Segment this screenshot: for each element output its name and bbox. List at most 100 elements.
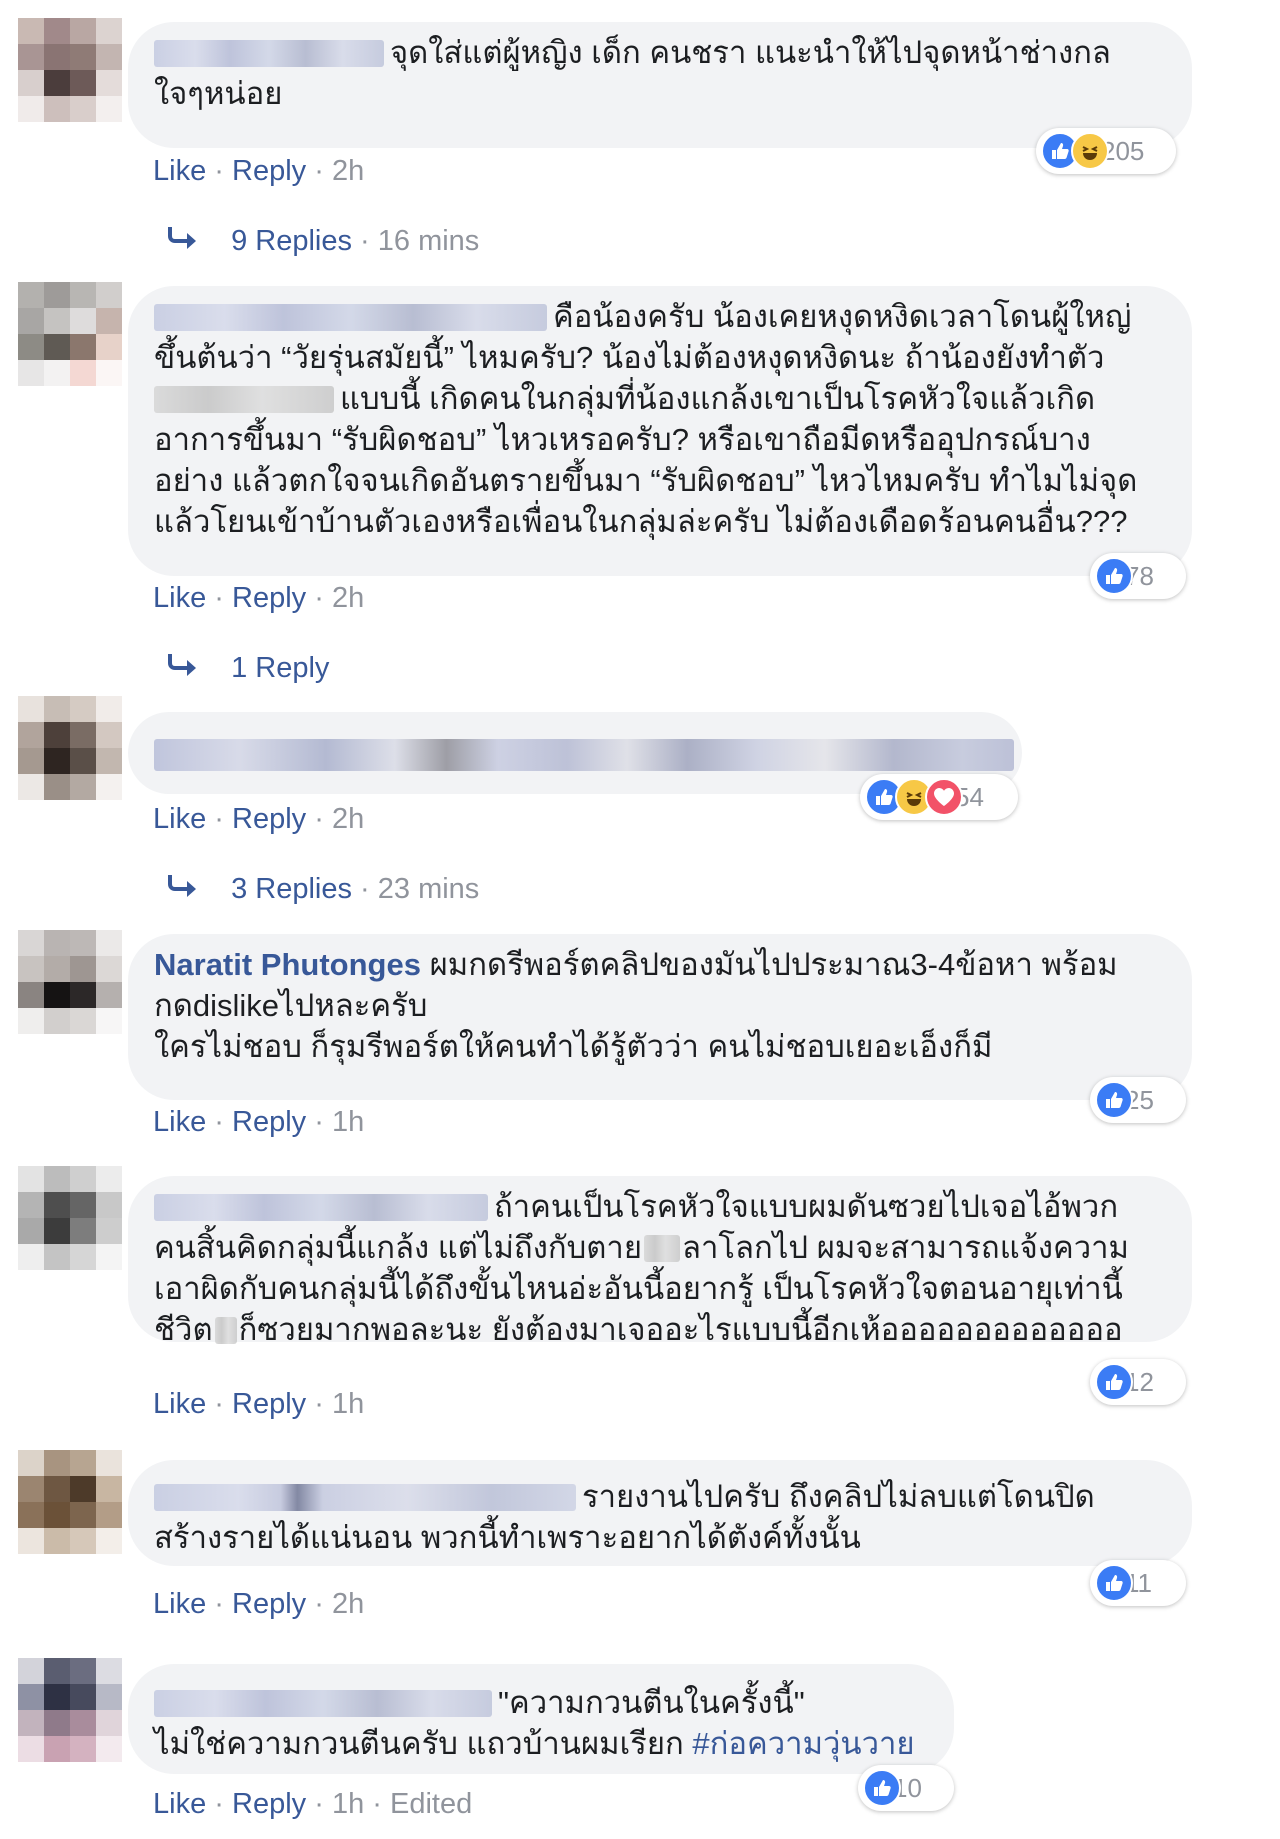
comment-text: ถ้าคนเป็นโรคหัวใจแบบผมดันซวยไปเจอไอ้พวก: [494, 1189, 1119, 1224]
reply-link[interactable]: Reply: [232, 1788, 306, 1820]
like-reaction-icon: [1095, 1081, 1133, 1119]
comment-actions: Like · Reply · 2h: [153, 582, 364, 615]
blurred-author-name[interactable]: [154, 40, 384, 67]
separator: ·: [214, 1388, 224, 1420]
blurred-author-name[interactable]: [154, 1484, 576, 1511]
blurred-text: [214, 1317, 237, 1344]
comment-text: คือน้องครับ น้องเคยหงุดหงิดเวลาโดนผู้ใหญ…: [553, 299, 1132, 334]
view-replies-link[interactable]: 1 Reply: [167, 652, 329, 686]
timestamp[interactable]: 1h: [332, 1388, 364, 1420]
reply-arrow-icon: [167, 873, 201, 907]
edited-label[interactable]: Edited: [390, 1788, 472, 1820]
reaction-summary[interactable]: 25: [1090, 1077, 1186, 1123]
avatar[interactable]: [18, 930, 122, 1034]
avatar[interactable]: [18, 18, 122, 122]
view-replies-link[interactable]: 9 Replies · 16 mins: [167, 225, 479, 259]
like-link[interactable]: Like: [153, 1788, 206, 1820]
comment-bubble: รายงานไปครับ ถึงคลิปไม่ลบแต่โดนปิด สร้าง…: [128, 1460, 1192, 1566]
timestamp[interactable]: 2h: [332, 803, 364, 835]
replies-count[interactable]: 1 Reply: [231, 652, 329, 684]
reply-link[interactable]: Reply: [232, 582, 306, 614]
separator: ·: [314, 1588, 324, 1620]
blurred-comment-text: [154, 739, 1014, 771]
haha-reaction-icon: [1071, 132, 1109, 170]
comment-bubble: คือน้องครับ น้องเคยหงุดหงิดเวลาโดนผู้ใหญ…: [128, 286, 1192, 576]
timestamp[interactable]: 2h: [332, 582, 364, 614]
comment-bubble: ถ้าคนเป็นโรคหัวใจแบบผมดันซวยไปเจอไอ้พวก …: [128, 1176, 1192, 1347]
blurred-author-name[interactable]: [154, 1690, 492, 1717]
avatar[interactable]: [18, 696, 122, 800]
comment-text: อย่าง แล้วตกใจจนเกิดอันตรายขึ้นมา “รับผิ…: [154, 463, 1138, 498]
like-link[interactable]: Like: [153, 1388, 206, 1420]
comment-bubble: "ความกวนตีนในครั้งนี้" ไม่ใช่ความกวนตีนค…: [128, 1664, 954, 1774]
like-link[interactable]: Like: [153, 1106, 206, 1138]
avatar[interactable]: [18, 1658, 122, 1762]
reaction-summary[interactable]: 54: [860, 774, 1018, 820]
timestamp[interactable]: 2h: [332, 1588, 364, 1620]
hashtag-link[interactable]: #ก่อความวุ่นวาย: [692, 1726, 914, 1761]
comment-text: กดdislikeไปหละครับ: [154, 988, 428, 1023]
blurred-text: [154, 386, 334, 413]
separator: ·: [314, 803, 324, 835]
separator: ·: [214, 803, 224, 835]
comment-actions: Like · Reply · 1h: [153, 1388, 364, 1421]
comment-text: ขึ้นต้นว่า “วัยรุ่นสมัยนี้” ไหมครับ? น้อ…: [154, 340, 1105, 375]
replies-count[interactable]: 9 Replies: [231, 225, 352, 257]
blurred-author-name[interactable]: [154, 1194, 488, 1221]
avatar[interactable]: [18, 282, 122, 386]
reply-link[interactable]: Reply: [232, 155, 306, 187]
comment-text: แบบนี้ เกิดคนในกลุ่มที่น้องแกล้งเขาเป็นโ…: [340, 381, 1096, 416]
comment-author[interactable]: Naratit Phutonges: [154, 947, 421, 982]
comment-text: ผมกดรีพอร์ตคลิปของมันไปประมาณ3-4ข้อหา พร…: [429, 947, 1118, 982]
comment-bubble: Naratit Phutonges ผมกดรีพอร์ตคลิปของมันไ…: [128, 934, 1192, 1100]
reaction-summary[interactable]: 12: [1090, 1359, 1186, 1405]
separator: ·: [214, 582, 224, 614]
comment-text: "ความกวนตีนในครั้งนี้": [498, 1685, 805, 1720]
comment-text: อาการขึ้นมา “รับผิดชอบ” ไหวเหรอครับ? หรื…: [154, 422, 1091, 457]
comment-text: ใครไม่ชอบ ก็รุมรีพอร์ตให้คนทำได้รู้ตัวว่…: [154, 1029, 993, 1064]
like-reaction-icon: [1095, 1564, 1133, 1602]
comment-text: ชีวิต: [154, 1312, 213, 1347]
comment-text: แล้วโยนเข้าบ้านตัวเองหรือเพื่อนในกลุ่มล่…: [154, 504, 1128, 539]
separator: ·: [214, 1106, 224, 1138]
blurred-author-name[interactable]: [154, 304, 547, 331]
replies-time: 23 mins: [377, 873, 480, 905]
love-reaction-icon: [925, 778, 963, 816]
comment-actions: Like · Reply · 1h: [153, 1106, 364, 1139]
reply-link[interactable]: Reply: [232, 1588, 306, 1620]
like-link[interactable]: Like: [153, 582, 206, 614]
reaction-summary[interactable]: 205: [1036, 128, 1176, 174]
reply-arrow-icon: [167, 652, 201, 686]
reply-link[interactable]: Reply: [232, 1106, 306, 1138]
separator: ·: [314, 1788, 324, 1820]
like-link[interactable]: Like: [153, 155, 206, 187]
separator: ·: [314, 155, 324, 187]
separator: ·: [372, 1788, 382, 1820]
replies-count[interactable]: 3 Replies: [231, 873, 352, 905]
timestamp[interactable]: 1h: [332, 1106, 364, 1138]
reply-link[interactable]: Reply: [232, 1388, 306, 1420]
reaction-summary[interactable]: 11: [1090, 1560, 1186, 1606]
blurred-text: [644, 1235, 680, 1262]
comment-text: จุดใส่แต่ผู้หญิง เด็ก คนชรา แนะนำให้ไปจุ…: [390, 35, 1111, 70]
comment-text: สร้างรายได้แน่นอน พวกนี้ทำเพราะอยากได้ตั…: [154, 1520, 861, 1555]
separator: ·: [214, 1788, 224, 1820]
timestamp[interactable]: 1h: [332, 1788, 364, 1820]
comment-bubble: จุดใส่แต่ผู้หญิง เด็ก คนชรา แนะนำให้ไปจุ…: [128, 22, 1192, 148]
separator: ·: [314, 1388, 324, 1420]
view-replies-link[interactable]: 3 Replies · 23 mins: [167, 873, 479, 907]
reply-arrow-icon: [167, 225, 201, 259]
reply-link[interactable]: Reply: [232, 803, 306, 835]
comment-text: ก็ซวยมากพอละนะ ยังต้องมาเจออะไรแบบนี้อีก…: [238, 1312, 1123, 1347]
reaction-summary[interactable]: 78: [1090, 553, 1186, 599]
timestamp[interactable]: 2h: [332, 155, 364, 187]
avatar[interactable]: [18, 1166, 122, 1270]
avatar[interactable]: [18, 1450, 122, 1554]
like-reaction-icon: [863, 1769, 901, 1807]
separator: ·: [314, 1106, 324, 1138]
separator: ·: [214, 1588, 224, 1620]
like-link[interactable]: Like: [153, 803, 206, 835]
comment-text: ลาโลกไป ผมจะสามารถแจ้งความ: [682, 1230, 1129, 1265]
reaction-summary[interactable]: 10: [858, 1765, 954, 1811]
like-link[interactable]: Like: [153, 1588, 206, 1620]
